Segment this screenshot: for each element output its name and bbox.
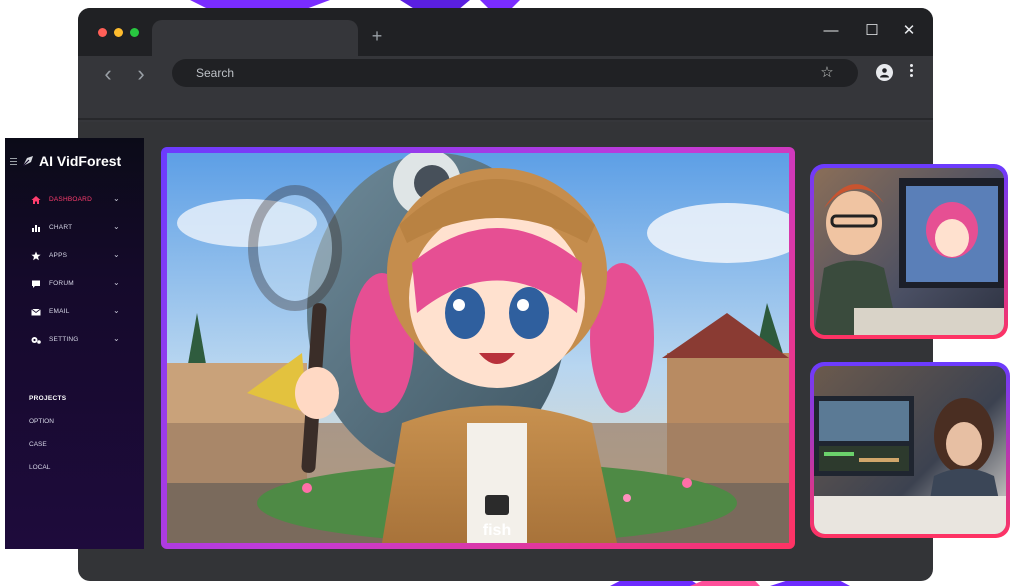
app-sidebar: AI VidForest DASHBOARD ⌄ CHART ⌄ APPS ⌄ … xyxy=(5,138,144,549)
projects-heading: PROJECTS xyxy=(29,395,67,402)
minimize-button[interactable]: — xyxy=(820,20,842,42)
sidebar-item-setting[interactable]: SETTING ⌄ xyxy=(5,326,144,354)
project-link-local[interactable]: LOCAL xyxy=(29,464,50,471)
sidebar-item-label: DASHBOARD xyxy=(49,196,92,203)
main-image-frame: fish xyxy=(161,147,795,549)
home-icon xyxy=(31,196,41,204)
sidebar-item-chart[interactable]: CHART ⌄ xyxy=(5,214,144,242)
brand-logo: AI VidForest xyxy=(10,148,121,174)
chevron-down-icon: ⌄ xyxy=(113,334,120,343)
chevron-down-icon: ⌄ xyxy=(113,306,120,315)
brand-name: AI VidForest xyxy=(39,153,122,169)
leaf-logo-icon xyxy=(22,156,33,167)
forward-button[interactable]: › xyxy=(131,63,151,85)
new-tab-button[interactable]: + xyxy=(367,24,387,48)
chevron-down-icon: ⌄ xyxy=(113,222,120,231)
profile-icon[interactable] xyxy=(876,64,893,81)
close-dot[interactable] xyxy=(98,28,107,37)
menu-kebab-icon[interactable] xyxy=(906,62,916,84)
close-button[interactable]: ✕ xyxy=(898,20,920,42)
chevron-down-icon: ⌄ xyxy=(113,250,120,259)
anime-girl-illustration: fish xyxy=(167,153,789,543)
thumbnail-frame-1 xyxy=(810,164,1008,339)
chevron-down-icon: ⌄ xyxy=(113,278,120,287)
address-bar: ☆ xyxy=(172,59,858,87)
sidebar-item-apps[interactable]: APPS ⌄ xyxy=(5,242,144,270)
sidebar-item-forum[interactable]: FORUM ⌄ xyxy=(5,270,144,298)
project-link-case[interactable]: CASE xyxy=(29,441,47,448)
toolbar: ‹ › ☆ xyxy=(78,56,933,122)
video-editor-illustration xyxy=(814,396,1006,534)
title-bar: + — ☐ ✕ xyxy=(78,8,933,56)
sidebar-item-label: EMAIL xyxy=(49,308,70,315)
project-link-option[interactable]: OPTION xyxy=(29,418,54,425)
bookmark-star-icon[interactable]: ☆ xyxy=(818,64,836,82)
hamburger-icon[interactable] xyxy=(10,157,17,165)
sidebar-item-email[interactable]: EMAIL ⌄ xyxy=(5,298,144,326)
star-icon xyxy=(31,251,41,261)
mail-icon xyxy=(31,308,41,316)
shirt-caption: fish xyxy=(483,522,511,539)
chart-icon xyxy=(32,225,40,232)
search-input[interactable] xyxy=(196,59,796,87)
back-button[interactable]: ‹ xyxy=(98,63,118,85)
sidebar-item-dashboard[interactable]: DASHBOARD ⌄ xyxy=(5,186,144,214)
zoom-dot[interactable] xyxy=(130,28,139,37)
sidebar-item-label: SETTING xyxy=(49,336,79,343)
thumbnail-2[interactable] xyxy=(814,366,1006,534)
sidebar-item-label: CHART xyxy=(49,224,73,231)
sidebar-item-label: APPS xyxy=(49,252,68,259)
chevron-down-icon: ⌄ xyxy=(113,194,120,203)
browser-tab[interactable] xyxy=(152,20,358,56)
window-controls xyxy=(98,28,139,37)
maximize-button[interactable]: ☐ xyxy=(861,20,883,42)
gear-icon xyxy=(31,337,41,344)
animator-at-computer-illustration xyxy=(814,178,1004,335)
sidebar-item-label: FORUM xyxy=(49,280,74,287)
thumbnail-frame-2 xyxy=(810,362,1010,538)
minimize-dot[interactable] xyxy=(114,28,123,37)
main-image[interactable]: fish xyxy=(167,153,789,543)
thumbnail-1[interactable] xyxy=(814,168,1004,335)
chat-icon xyxy=(32,280,40,288)
toolbar-divider xyxy=(78,118,933,120)
sidebar-menu: DASHBOARD ⌄ CHART ⌄ APPS ⌄ FORUM ⌄ EMAIL… xyxy=(5,186,144,354)
